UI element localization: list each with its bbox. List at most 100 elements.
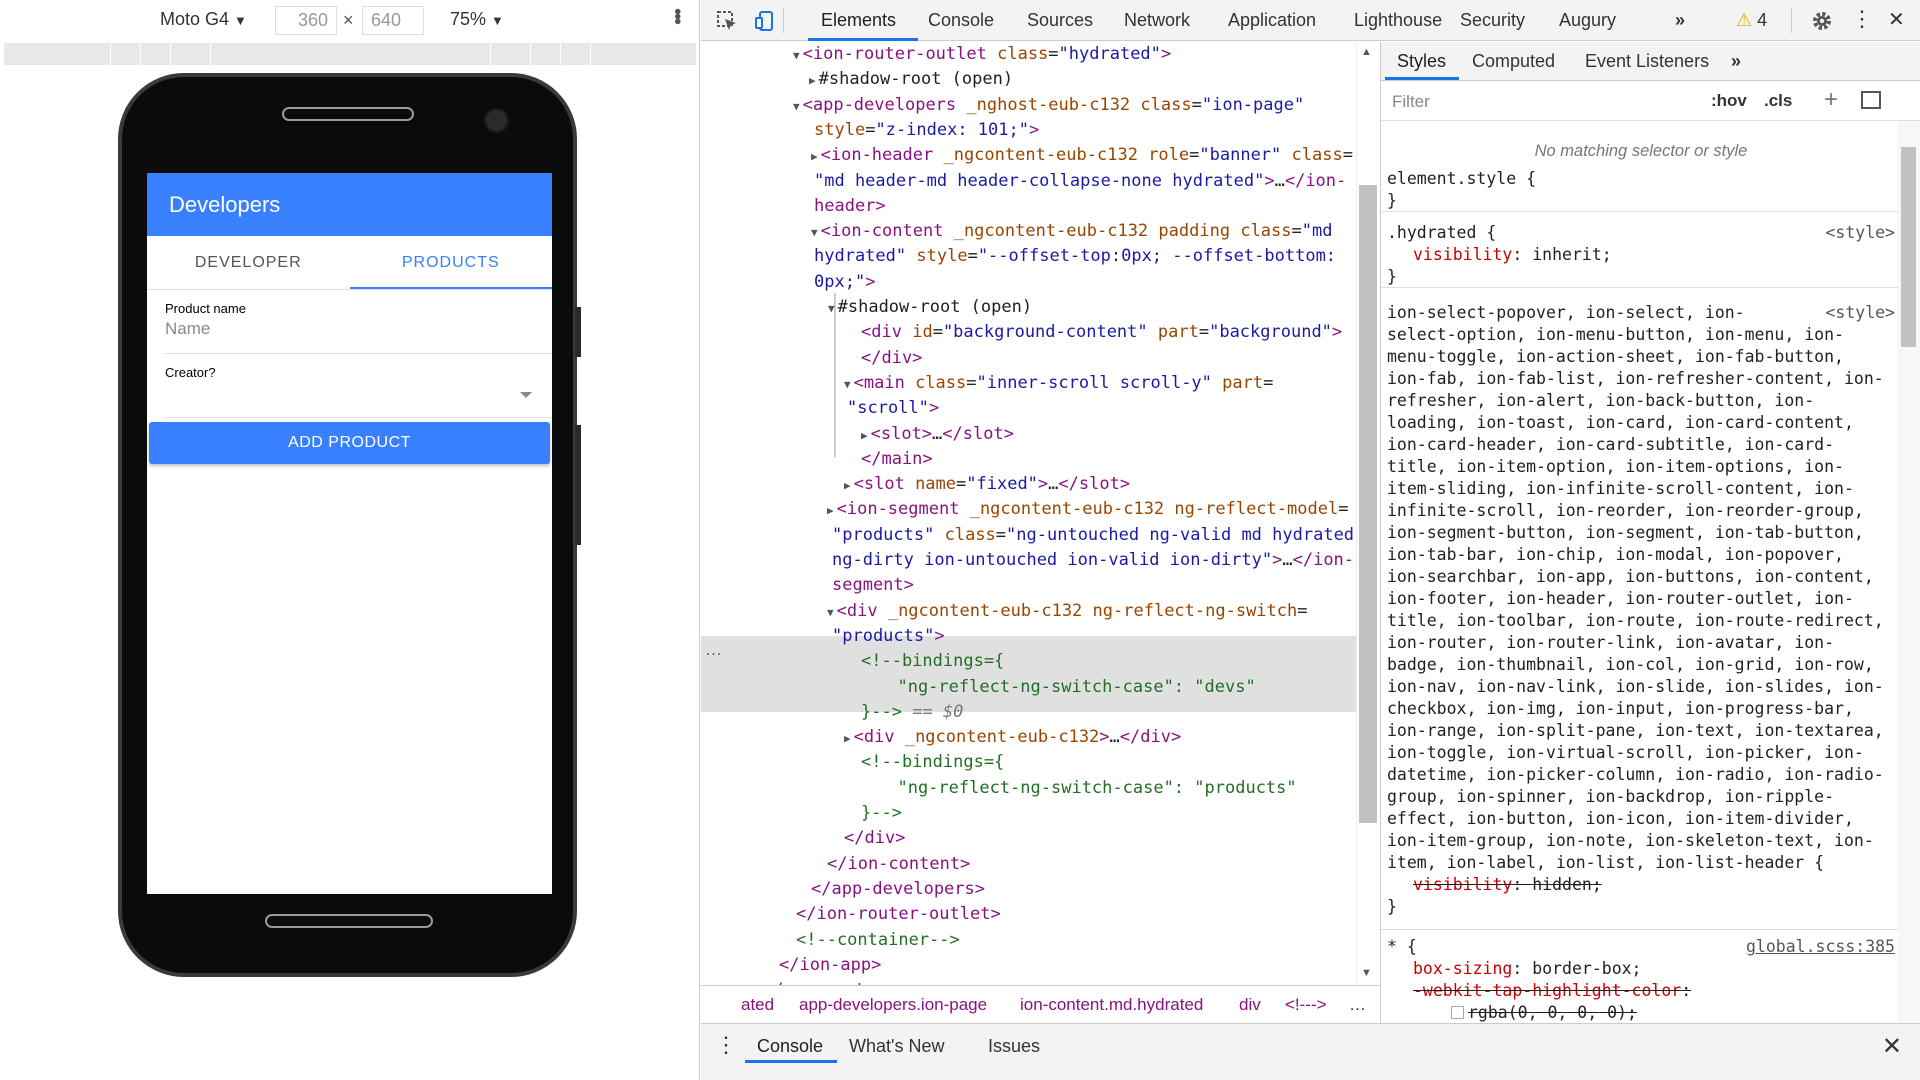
- product-name-item[interactable]: Product name Name: [165, 290, 552, 354]
- breadcrumb-item[interactable]: app-developers.ion-page: [799, 995, 987, 1015]
- dom-tree-node[interactable]: </div>: [701, 346, 1356, 371]
- scroll-down-icon[interactable]: ▼: [1361, 967, 1372, 979]
- tab-elements[interactable]: Elements: [821, 10, 896, 31]
- elements-dom-tree[interactable]: … <ion-router-outlet class="hydrated">#s…: [701, 42, 1356, 985]
- dom-tree-node[interactable]: <!--bindings={: [701, 750, 1356, 775]
- customize-menu-icon[interactable]: ⋮: [1851, 6, 1873, 32]
- new-style-rule-icon[interactable]: +: [1824, 86, 1838, 114]
- ion-components-rule[interactable]: <style> ion-select-popover, ion-select, …: [1381, 300, 1901, 930]
- dom-tree-node[interactable]: </div>: [701, 826, 1356, 851]
- dom-tree-node[interactable]: <main class="inner-scroll scroll-y" part…: [701, 371, 1356, 398]
- add-product-button[interactable]: ADD PRODUCT: [149, 422, 550, 464]
- product-name-input[interactable]: Name: [165, 319, 552, 339]
- more-tabs-button[interactable]: »: [1731, 51, 1741, 72]
- dom-tree-node[interactable]: <div _ngcontent-eub-c132 ng-reflect-ng-s…: [701, 599, 1356, 626]
- rule-declaration[interactable]: visibility: inherit;: [1381, 244, 1901, 266]
- element-style-rule[interactable]: element.style { }: [1381, 166, 1901, 212]
- dom-tree-node[interactable]: #shadow-root (open): [701, 295, 1356, 322]
- universal-rule[interactable]: global.scss:385 * { box-sizing: border-b…: [1381, 934, 1901, 1024]
- hover-state-toggle[interactable]: :hov: [1711, 91, 1747, 111]
- creator-select[interactable]: Creator?: [165, 354, 552, 418]
- class-toggle[interactable]: .cls: [1764, 91, 1792, 111]
- scrollbar-thumb[interactable]: [1359, 185, 1377, 823]
- color-swatch[interactable]: [1451, 1006, 1464, 1019]
- dom-tree-node[interactable]: <ion-segment _ngcontent-eub-c132 ng-refl…: [701, 497, 1356, 524]
- width-input[interactable]: 360: [275, 6, 337, 35]
- warnings-counter[interactable]: ⚠ 4: [1736, 10, 1767, 31]
- tab-network[interactable]: Network: [1124, 10, 1190, 31]
- dom-tree-node[interactable]: <!--bindings={: [701, 649, 1356, 674]
- scrollbar-thumb[interactable]: [1901, 147, 1916, 347]
- dom-tree-node[interactable]: <slot>…</slot>: [701, 422, 1356, 449]
- dom-tree-node[interactable]: <ion-content _ngcontent-eub-c132 padding…: [701, 219, 1356, 246]
- tab-augury[interactable]: Augury: [1559, 10, 1616, 31]
- tab-whats-new[interactable]: What's New: [849, 1036, 944, 1057]
- dom-tree-node[interactable]: ng-dirty ion-untouched ion-valid ion-dir…: [701, 548, 1356, 573]
- dom-tree-node[interactable]: }--> == $0: [701, 700, 1356, 725]
- rule-source-link[interactable]: <style>: [1825, 222, 1895, 244]
- rule-declaration[interactable]: -webkit-tap-highlight-color:: [1381, 980, 1901, 1002]
- dom-tree-node[interactable]: header>: [701, 194, 1356, 219]
- dom-tree-node[interactable]: <ion-header _ngcontent-eub-c132 role="ba…: [701, 143, 1356, 170]
- dom-tree-node[interactable]: <app-developers _nghost-eub-c132 class="…: [701, 93, 1356, 120]
- dom-tree-node[interactable]: </ion-router-outlet>: [701, 902, 1356, 927]
- dom-tree-node[interactable]: "products" class="ng-untouched ng-valid …: [701, 523, 1356, 548]
- zoom-select[interactable]: 75% ▼: [450, 9, 504, 30]
- dom-tree-node[interactable]: "ng-reflect-ng-switch-case": "devs": [701, 675, 1356, 700]
- dom-tree-node[interactable]: </ion-app>: [701, 953, 1356, 978]
- breadcrumb-item[interactable]: ion-content.md.hydrated: [1020, 995, 1203, 1015]
- styles-scrollbar[interactable]: [1898, 121, 1920, 1023]
- rule-declaration[interactable]: box-sizing: border-box;: [1381, 958, 1901, 980]
- tab-sources[interactable]: Sources: [1027, 10, 1093, 31]
- tab-console[interactable]: Console: [928, 10, 994, 31]
- dom-tree-node[interactable]: <ion-router-outlet class="hydrated">: [701, 42, 1356, 69]
- scroll-up-icon[interactable]: ▲: [1361, 46, 1372, 58]
- gear-icon[interactable]: [1811, 10, 1833, 32]
- close-drawer-icon[interactable]: ✕: [1882, 1032, 1902, 1061]
- dom-tree-node[interactable]: </ion-content>: [701, 852, 1356, 877]
- dom-tree-node[interactable]: "scroll">: [701, 396, 1356, 421]
- dom-tree-node[interactable]: "products">: [701, 624, 1356, 649]
- dom-tree-node[interactable]: "md header-md header-collapse-none hydra…: [701, 169, 1356, 194]
- tab-styles[interactable]: Styles: [1397, 51, 1446, 72]
- dom-tree-node[interactable]: </app-root>: [701, 978, 1356, 985]
- rule-source-link[interactable]: <style>: [1825, 302, 1895, 324]
- tab-issues[interactable]: Issues: [988, 1036, 1040, 1057]
- close-icon[interactable]: ✕: [1888, 7, 1905, 32]
- dom-tree-node[interactable]: 0px;">: [701, 270, 1356, 295]
- dom-tree-node[interactable]: <!--container-->: [701, 928, 1356, 953]
- rule-source-link[interactable]: global.scss:385: [1746, 936, 1895, 958]
- toggle-sidebar-icon[interactable]: [1861, 91, 1881, 109]
- segment-developer[interactable]: DEVELOPER: [147, 236, 350, 289]
- tab-computed[interactable]: Computed: [1472, 51, 1555, 72]
- device-select[interactable]: Moto G4 ▼: [160, 9, 247, 30]
- tab-event-listeners[interactable]: Event Listeners: [1585, 51, 1709, 72]
- dom-tree-node[interactable]: segment>: [701, 573, 1356, 598]
- dom-tree-node[interactable]: hydrated" style="--offset-top:0px; --off…: [701, 244, 1356, 269]
- breadcrumb-item[interactable]: ated: [741, 995, 774, 1015]
- device-toolbar-icon[interactable]: [754, 10, 776, 32]
- dom-tree-node[interactable]: #shadow-root (open): [701, 67, 1356, 94]
- styles-filter-input[interactable]: Filter: [1389, 88, 1699, 115]
- tab-console[interactable]: Console: [757, 1036, 823, 1057]
- rule-declaration[interactable]: visibility: hidden;: [1381, 874, 1901, 896]
- dom-tree-node[interactable]: </main>: [701, 447, 1356, 472]
- dom-tree-node[interactable]: <div _ngcontent-eub-c132>…</div>: [701, 725, 1356, 752]
- hydrated-rule[interactable]: <style> .hydrated { visibility: inherit;…: [1381, 220, 1901, 288]
- breadcrumb-item[interactable]: div: [1239, 995, 1261, 1015]
- drawer-menu-icon[interactable]: ⋮: [715, 1032, 737, 1058]
- breadcrumb-item[interactable]: <!--->: [1285, 995, 1327, 1015]
- tab-security[interactable]: Security: [1460, 10, 1525, 31]
- elements-scrollbar[interactable]: ▲ ▼: [1356, 42, 1380, 985]
- breadcrumb-more[interactable]: …: [1349, 995, 1366, 1015]
- more-tabs-button[interactable]: »: [1675, 10, 1685, 31]
- dom-tree-node[interactable]: <div id="background-content" part="backg…: [701, 320, 1356, 345]
- dom-tree-node[interactable]: style="z-index: 101;">: [701, 118, 1356, 143]
- inspect-element-icon[interactable]: [716, 10, 738, 32]
- dom-tree-node[interactable]: }-->: [701, 801, 1356, 826]
- dom-tree-node[interactable]: "ng-reflect-ng-switch-case": "products": [701, 776, 1356, 801]
- tab-application[interactable]: Application: [1228, 10, 1316, 31]
- dom-tree-node[interactable]: <slot name="fixed">…</slot>: [701, 472, 1356, 499]
- height-input[interactable]: 640: [362, 6, 424, 35]
- dom-tree-node[interactable]: </app-developers>: [701, 877, 1356, 902]
